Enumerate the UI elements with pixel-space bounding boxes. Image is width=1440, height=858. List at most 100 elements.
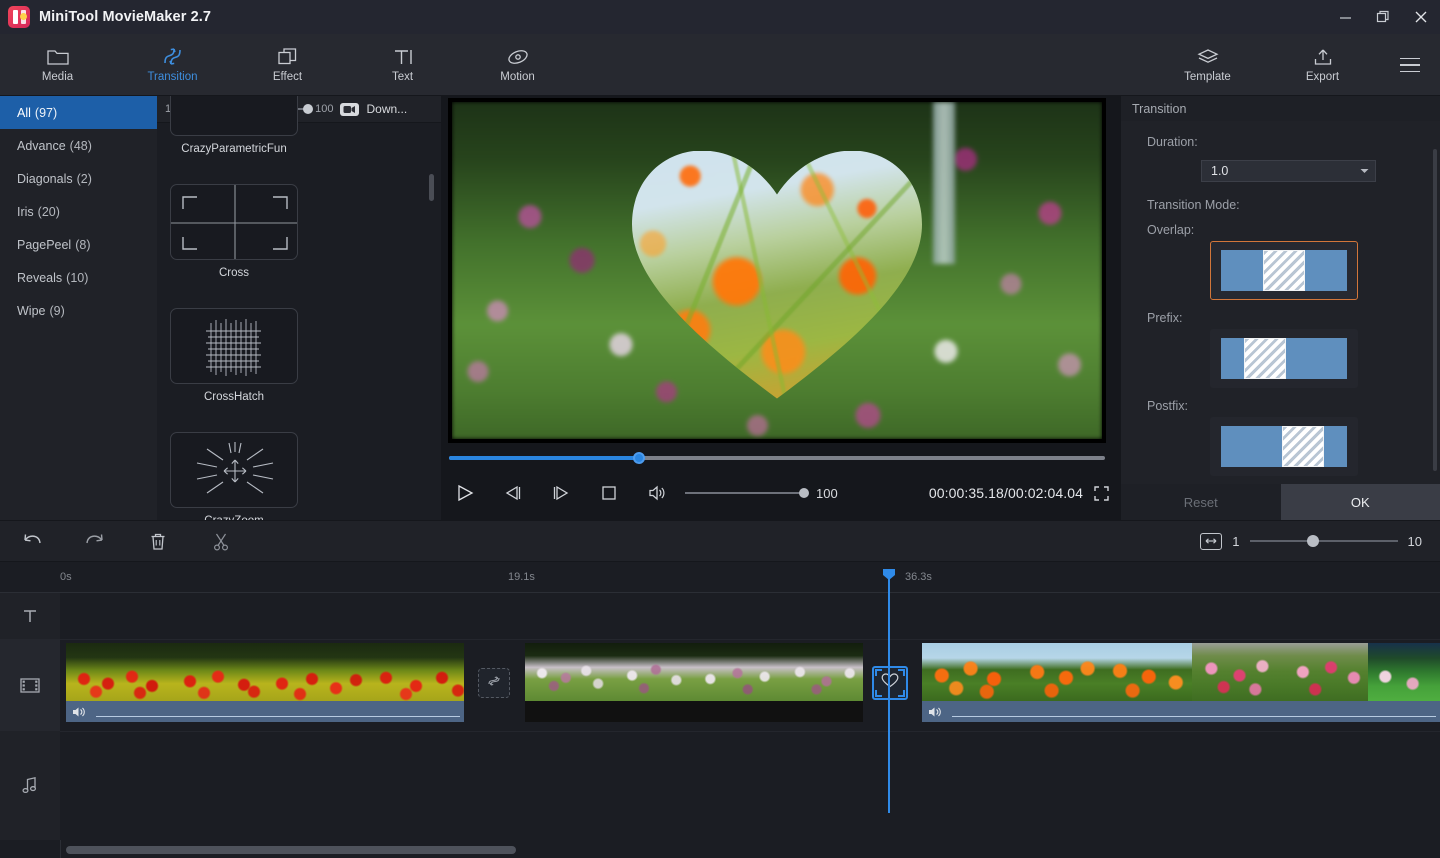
template-label: Template [1184,72,1231,84]
seek-bar[interactable] [449,456,1105,460]
transition-category-sidebar: All (97) Advance (48) Diagonals (2) Iris… [0,96,157,520]
sidebar-item-diagonals[interactable]: Diagonals (2) [0,162,157,195]
tab-text[interactable]: Text [345,34,460,96]
tab-effect[interactable]: Effect [230,34,345,96]
undo-icon[interactable] [0,520,63,562]
transition-marker-2-selected[interactable] [872,666,908,700]
selection-corner-tr [898,669,905,676]
motion-ellipse-icon [506,46,530,68]
tab-media[interactable]: Media [0,34,115,96]
ruler-label-0: 0s [60,571,72,583]
sidebar-item-all[interactable]: All (97) [0,96,157,129]
clip-thumb [1280,643,1368,701]
timeline-ruler[interactable]: 0s 19.1s 36.3s [0,562,1440,593]
clip-thumb [610,643,695,701]
settings-scrollbar[interactable] [1433,149,1437,471]
clip-thumb [525,643,610,701]
timeline-clip-orange-cosmos[interactable] [922,643,1440,722]
transition-card-cross[interactable]: Cross [170,184,298,279]
reset-button[interactable]: Reset [1121,484,1281,520]
fit-to-screen-icon[interactable] [1200,533,1222,550]
sidebar-item-pagepeel[interactable]: PagePeel (8) [0,228,157,261]
prefix-label: Prefix: [1147,311,1440,325]
mode-option-postfix[interactable] [1210,417,1358,476]
transition-grid[interactable]: CrazyParametricFun Cross [157,123,441,520]
music-note-icon[interactable] [0,731,60,840]
clip-audio-bar[interactable] [922,701,1440,722]
clip-audio-bar[interactable] [66,701,464,722]
sidebar-item-iris[interactable]: Iris (20) [0,195,157,228]
prefix-diagram [1221,338,1347,379]
transition-name-0: CrazyParametricFun [170,143,298,155]
trash-icon[interactable] [126,520,189,562]
panel-body: Duration: 1.0 Transition Mode: Overlap: … [1121,121,1440,484]
clip-thumb [366,643,464,701]
sidebar-item-all-count: (97) [35,106,57,120]
scroll-left-edge [60,840,61,858]
restore-icon[interactable] [1364,0,1402,34]
timeline-playhead[interactable] [888,578,890,813]
transition-list-scrollbar[interactable] [429,174,434,201]
minimize-icon[interactable] [1326,0,1364,34]
clip-thumb [1192,643,1280,701]
template-button[interactable]: Template [1150,34,1265,96]
sidebar-item-wipe-label: Wipe [17,304,45,318]
timeline-clip-white-cosmos[interactable] [525,643,863,722]
postfix-diagram [1221,426,1347,467]
next-frame-icon[interactable] [537,470,585,516]
sidebar-item-diagonals-label: Diagonals [17,172,73,186]
tab-media-label: Media [42,72,73,84]
text-track-icon[interactable] [0,593,60,639]
volume-slider[interactable] [685,492,805,494]
fullscreen-icon[interactable] [1089,470,1113,516]
speaker-icon[interactable] [72,706,86,718]
speaker-icon[interactable] [928,706,942,718]
sidebar-item-wipe[interactable]: Wipe (9) [0,294,157,327]
ruler-label-1: 19.1s [508,571,535,583]
timeline-clip-poppy-field[interactable] [66,643,464,722]
transition-card-crazyparametricfun[interactable]: CrazyParametricFun [170,96,298,155]
previous-frame-icon[interactable] [489,470,537,516]
timeline-zoom-group: 1 10 [1200,533,1422,550]
mode-option-overlap[interactable] [1210,241,1358,300]
sidebar-item-advance[interactable]: Advance (48) [0,129,157,162]
timeline-zoom-knob[interactable] [1307,535,1319,547]
download-video-icon[interactable] [340,103,359,116]
tab-motion-label: Motion [500,72,535,84]
stop-icon[interactable] [585,470,633,516]
tab-transition-label: Transition [147,72,197,84]
export-button[interactable]: Export [1265,34,1380,96]
mode-option-prefix[interactable] [1210,329,1358,388]
speaker-icon[interactable] [633,470,681,516]
sidebar-item-reveals[interactable]: Reveals (10) [0,261,157,294]
clip-thumb [1368,643,1440,701]
transition-name-2: CrossHatch [170,391,298,403]
timecode-display: 00:00:35.18/00:02:04.04 [929,485,1083,501]
video-preview[interactable] [448,98,1106,443]
prefix-hatch-region [1244,338,1286,379]
transition-card-crosshatch[interactable]: CrossHatch [170,308,298,403]
volume-slider-knob[interactable] [799,488,809,498]
title-bar: MiniTool MovieMaker 2.7 [0,0,1440,34]
transition-card-crazyzoom[interactable]: CrazyZoom [170,432,298,520]
film-track-icon[interactable] [0,639,60,731]
play-icon[interactable] [441,470,489,516]
transition-marker-1[interactable] [478,668,510,698]
timeline-horizontal-scrollbar[interactable] [66,846,516,854]
redo-icon[interactable] [63,520,126,562]
chevron-down-icon[interactable] [1353,161,1375,181]
duration-select[interactable]: 1.0 [1201,160,1376,182]
tab-motion[interactable]: Motion [460,34,575,96]
scissors-icon[interactable] [189,520,252,562]
timeline-zoom-slider[interactable] [1250,540,1398,542]
tab-transition[interactable]: Transition [115,34,230,96]
hamburger-menu-icon[interactable] [1380,34,1440,96]
volume-value: 100 [816,486,838,501]
download-label: Down... [366,102,407,116]
export-label: Export [1306,72,1339,84]
sidebar-item-iris-label: Iris [17,205,34,219]
thumb-size-slider-knob[interactable] [303,104,313,114]
ok-button[interactable]: OK [1281,484,1440,520]
close-icon[interactable] [1402,0,1440,34]
seek-knob[interactable] [633,452,645,464]
